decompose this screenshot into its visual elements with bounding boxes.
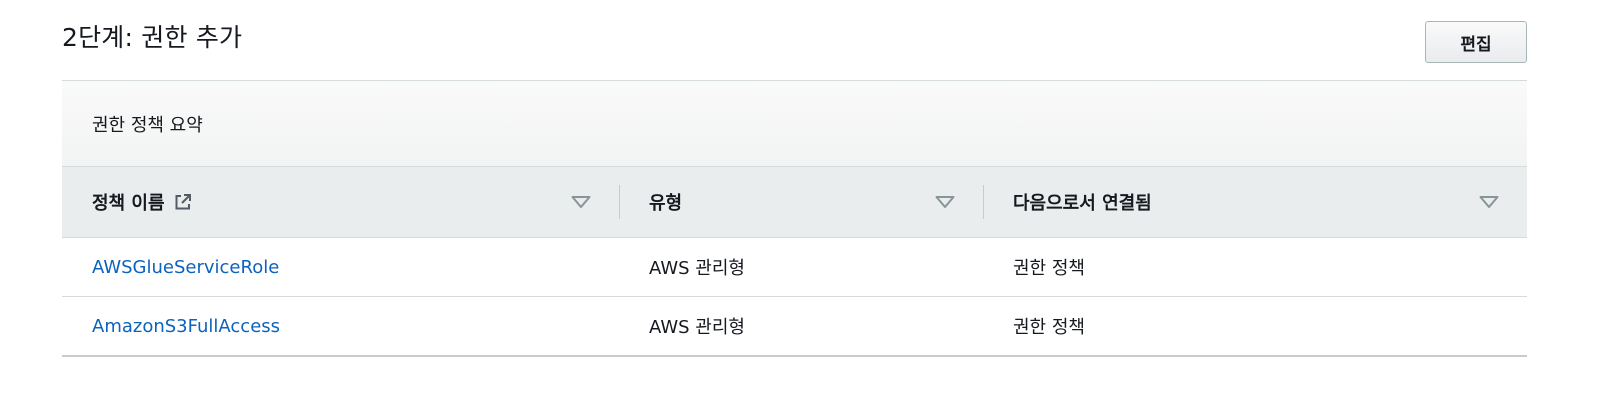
external-link-icon[interactable] <box>173 192 193 212</box>
column-label-type: 유형 <box>649 193 683 214</box>
page-title: 2단계: 권한 추가 <box>62 23 243 52</box>
summary-label: 권한 정책 요약 <box>92 114 203 136</box>
policy-name-cell: AWSGlueServiceRole <box>62 237 619 297</box>
policy-type-cell: AWS 관리형 <box>619 296 983 357</box>
table-row: AWSGlueServiceRole AWS 관리형 권한 정책 <box>62 237 1527 297</box>
table-header-row: 정책 이름 유형 다음으로서 연결됨 <box>62 167 1527 238</box>
step-header: 2단계: 권한 추가 편집 <box>62 0 1527 81</box>
edit-button[interactable]: 편집 <box>1425 21 1527 63</box>
sort-caret-icon[interactable] <box>935 195 955 209</box>
column-header-policy-name[interactable]: 정책 이름 <box>62 167 619 238</box>
sort-caret-icon[interactable] <box>1479 195 1499 209</box>
permissions-summary-heading: 권한 정책 요약 <box>62 81 1527 167</box>
attached-as-cell: 권한 정책 <box>983 237 1527 297</box>
policy-name-cell: AmazonS3FullAccess <box>62 296 619 357</box>
policy-link[interactable]: AmazonS3FullAccess <box>92 316 280 337</box>
column-label-policy-name: 정책 이름 <box>92 193 165 214</box>
attached-as-cell: 권한 정책 <box>983 296 1527 357</box>
column-header-attached-as[interactable]: 다음으로서 연결됨 <box>983 167 1527 238</box>
policy-link[interactable]: AWSGlueServiceRole <box>92 257 279 278</box>
column-label-attached-as: 다음으로서 연결됨 <box>1013 193 1152 214</box>
column-divider <box>619 185 620 219</box>
column-divider <box>983 185 984 219</box>
sort-caret-icon[interactable] <box>571 195 591 209</box>
column-header-type[interactable]: 유형 <box>619 167 983 238</box>
table-row: AmazonS3FullAccess AWS 관리형 권한 정책 <box>62 296 1527 357</box>
policy-table: 정책 이름 유형 다음으로서 연결됨 AWSGlueServiceRole AW… <box>62 167 1527 357</box>
permissions-step-panel: 2단계: 권한 추가 편집 권한 정책 요약 정책 이름 유형 다음으로서 연결… <box>62 0 1527 357</box>
policy-type-cell: AWS 관리형 <box>619 237 983 297</box>
